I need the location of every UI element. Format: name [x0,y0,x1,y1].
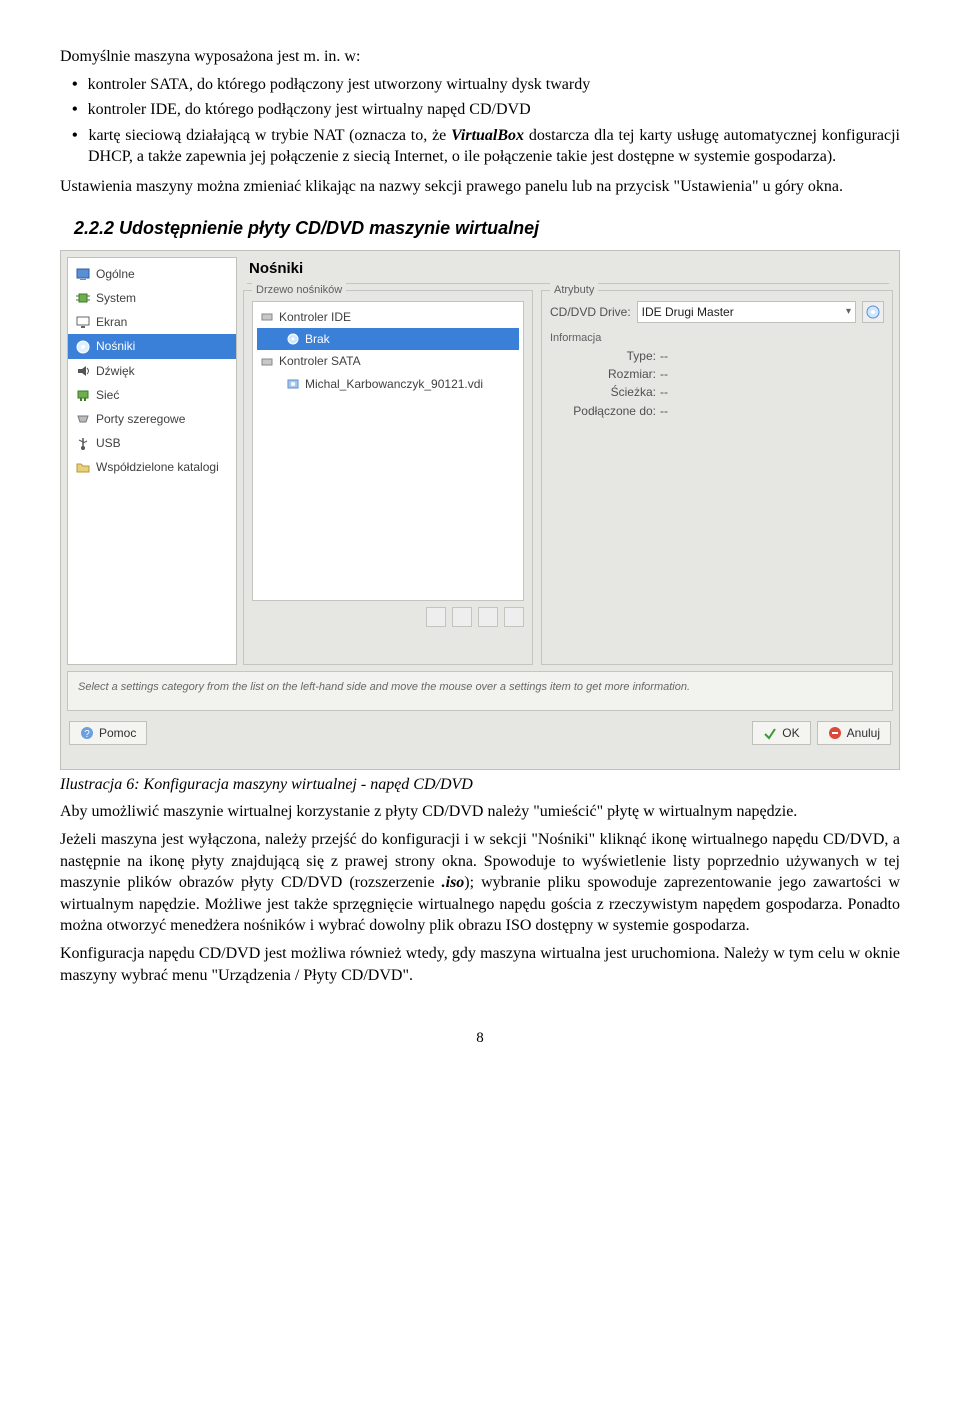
page-number: 8 [60,1028,900,1048]
tree-controller-sata[interactable]: Kontroler SATA [257,350,519,372]
info-value: -- [660,348,884,364]
section-heading: 2.2.2 Udostępnienie płyty CD/DVD maszyni… [74,216,900,240]
drive-label: CD/DVD Drive: [550,304,631,320]
dialog-footer: ? Pomoc OK Anuluj [61,717,899,745]
tree-label: Kontroler SATA [279,353,361,369]
monitor-icon [76,315,90,329]
add-attachment-button[interactable] [452,607,472,627]
sidebar-item-label: Sieć [96,387,119,403]
remove-controller-button[interactable] [504,607,524,627]
text-emphasis: VirtualBox [451,127,524,144]
tree-controller-ide[interactable]: Kontroler IDE [257,306,519,328]
info-heading: Informacja [550,331,884,346]
sidebar-item-label: Dźwięk [96,363,135,379]
main-panel: Nośniki Drzewo nośników Kontroler IDE Br… [243,257,893,665]
sidebar-item-audio[interactable]: Dźwięk [68,359,236,383]
info-grid: Type: -- Rozmiar: -- Ścieżka: -- Podłącz… [550,348,884,419]
folder-icon [76,460,90,474]
sidebar-item-usb[interactable]: USB [68,431,236,455]
info-key: Type: [550,348,660,364]
sidebar-item-system[interactable]: System [68,286,236,310]
panel-title: Nośniki [243,257,893,283]
sidebar-item-label: Porty szeregowe [96,411,185,427]
sidebar-item-label: Współdzielone katalogi [96,459,219,475]
sidebar: Ogólne System Ekran Nośniki Dźwięk Sieć [67,257,237,665]
storage-tree[interactable]: Kontroler IDE Brak Kontroler SATA M [252,301,524,601]
hint-box: Select a settings category from the list… [67,671,893,711]
button-label: Pomoc [99,725,136,741]
text-run: kartę sieciową działającą w trybie NAT (… [88,127,451,144]
sidebar-item-display[interactable]: Ekran [68,310,236,334]
paragraph: Aby umożliwić maszynie wirtualnej korzys… [60,801,900,823]
paragraph: Ustawienia maszyny można zmieniać klikaj… [60,176,900,198]
tree-hdd[interactable]: Michal_Karbowanczyk_90121.vdi [257,373,519,395]
sidebar-item-label: Ogólne [96,266,135,282]
hdd-icon [287,378,299,390]
chip-icon [76,291,90,305]
cancel-button[interactable]: Anuluj [817,721,891,745]
tree-label: Michal_Karbowanczyk_90121.vdi [305,376,483,392]
ok-button[interactable]: OK [752,721,810,745]
bullet-item: kontroler SATA, do którego podłączony je… [88,74,900,96]
controller-icon [261,311,273,323]
sidebar-item-storage[interactable]: Nośniki [68,334,236,358]
add-controller-button[interactable] [426,607,446,627]
network-icon [76,388,90,402]
info-key: Podłączone do: [550,403,660,419]
sidebar-item-label: System [96,290,136,306]
sidebar-item-label: USB [96,435,121,451]
combo-value: IDE Drugi Master [642,304,734,320]
choose-disc-button[interactable] [862,301,884,323]
bullet-item: kartę sieciową działającą w trybie NAT (… [88,125,900,168]
audio-icon [76,364,90,378]
tree-label: Kontroler IDE [279,309,351,325]
cancel-icon [828,726,842,740]
info-value: -- [660,366,884,382]
chevron-down-icon: ▾ [846,305,851,319]
sidebar-item-network[interactable]: Sieć [68,383,236,407]
sidebar-item-shared[interactable]: Współdzielone katalogi [68,455,236,479]
disc-icon [287,333,299,345]
panel-legend: Drzewo nośników [252,283,346,298]
paragraph: Jeżeli maszyna jest wyłączona, należy pr… [60,829,900,937]
panel-legend: Atrybuty [550,283,598,298]
paragraph-intro: Domyślnie maszyna wyposażona jest m. in.… [60,46,900,68]
attributes-panel: Atrybuty CD/DVD Drive: IDE Drugi Master … [541,290,893,665]
button-label: OK [782,725,799,741]
disc-icon [76,340,90,354]
drive-combo[interactable]: IDE Drugi Master ▾ [637,301,856,323]
figure-caption: Ilustracja 6: Konfiguracja maszyny wirtu… [60,774,900,796]
remove-button[interactable] [478,607,498,627]
general-icon [76,267,90,281]
check-icon [763,726,777,740]
help-icon: ? [80,726,94,740]
virtualbox-settings-window: Ogólne System Ekran Nośniki Dźwięk Sieć [60,250,900,770]
sidebar-item-general[interactable]: Ogólne [68,262,236,286]
tree-label: Brak [305,331,330,347]
tree-optical-empty[interactable]: Brak [257,328,519,350]
usb-icon [76,436,90,450]
bullet-list: kontroler SATA, do którego podłączony je… [60,74,900,168]
button-label: Anuluj [847,725,880,741]
sidebar-item-serial[interactable]: Porty szeregowe [68,407,236,431]
info-key: Rozmiar: [550,366,660,382]
info-value: -- [660,384,884,400]
info-key: Ścieżka: [550,384,660,400]
serial-icon [76,412,90,426]
sidebar-item-label: Ekran [96,314,127,330]
text-emphasis: .iso [442,874,465,891]
info-value: -- [660,403,884,419]
tree-toolbar [252,601,524,627]
controller-icon [261,356,273,368]
storage-tree-panel: Drzewo nośników Kontroler IDE Brak Ko [243,290,533,665]
help-button[interactable]: ? Pomoc [69,721,147,745]
bullet-item: kontroler IDE, do którego podłączony jes… [88,99,900,121]
paragraph: Konfiguracja napędu CD/DVD jest możliwa … [60,943,900,986]
svg-text:?: ? [84,729,90,740]
sidebar-item-label: Nośniki [96,338,135,354]
